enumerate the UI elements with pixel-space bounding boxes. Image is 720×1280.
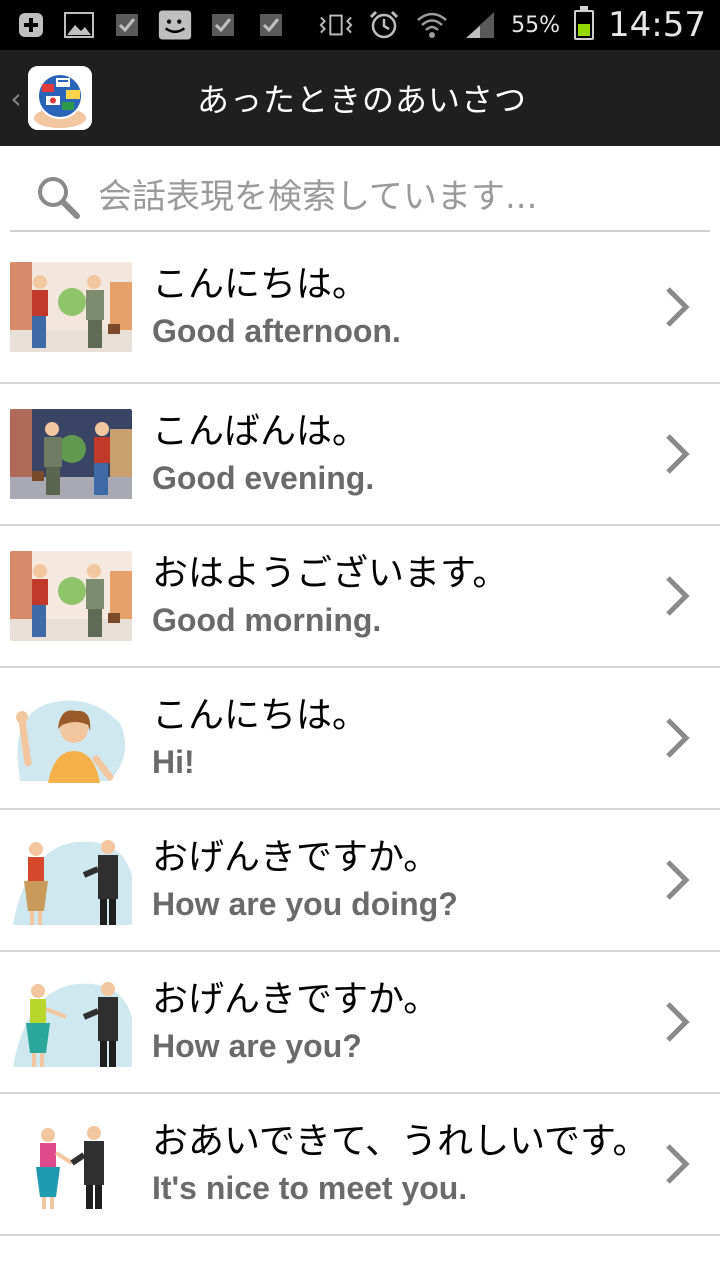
add-icon — [14, 10, 48, 40]
japanese-phrase: おはようございます。 — [152, 552, 509, 594]
wifi-icon — [415, 10, 449, 40]
messaging-icon — [158, 10, 192, 40]
list-item[interactable]: こんにちは。 Good afternoon. — [0, 232, 720, 384]
signal-icon — [463, 10, 497, 40]
search-input[interactable] — [96, 176, 620, 218]
japanese-phrase: こんばんは。 — [152, 410, 369, 452]
japanese-phrase: おげんきですか。 — [152, 978, 440, 1020]
chevron-right-icon — [662, 1000, 692, 1044]
list-item-texts: おげんきですか。 How are you doing? — [152, 838, 662, 923]
app-logo-globe-icon[interactable] — [28, 66, 92, 130]
english-translation: Hi! — [152, 744, 195, 781]
checkbox-icon — [254, 10, 288, 40]
english-translation: Good morning. — [152, 602, 382, 639]
search-icon[interactable] — [34, 173, 82, 221]
japanese-phrase: こんにちは。 — [152, 263, 369, 305]
list-item[interactable]: おげんきですか。 How are you doing? — [0, 810, 720, 952]
status-bar: 55% 14:57 — [0, 0, 720, 50]
handshake-afternoon-thumbnail — [10, 262, 132, 352]
list-item[interactable]: おあいできて、うれしいです。 It's nice to meet you. — [0, 1094, 720, 1236]
list-item-texts: こんにちは。 Good afternoon. — [152, 265, 662, 350]
page-title: あったときのあいさつ — [196, 81, 527, 119]
list-item[interactable]: こんにちは。 Hi! — [0, 668, 720, 810]
status-left-icons — [14, 10, 288, 40]
japanese-phrase: おあいできて、うれしいです。 — [152, 1120, 649, 1162]
japanese-phrase: おげんきですか。 — [152, 836, 440, 878]
chevron-right-icon — [662, 574, 692, 618]
vibrate-icon — [319, 10, 353, 40]
chevron-right-icon — [662, 1142, 692, 1186]
english-translation: How are you? — [152, 1028, 362, 1065]
list-item[interactable]: おげんきですか。 How are you? — [0, 952, 720, 1094]
chevron-right-icon — [662, 285, 692, 329]
battery-percent: 55% — [511, 12, 561, 38]
english-translation: How are you doing? — [152, 886, 458, 923]
status-right-icons: 55% 14:57 — [319, 5, 706, 45]
english-translation: Good evening. — [152, 460, 375, 497]
action-bar: ‹ あったときのあいさつ — [0, 50, 720, 146]
list-item-texts: おはようございます。 Good morning. — [152, 554, 662, 639]
chevron-right-icon — [662, 858, 692, 902]
battery-fill — [578, 24, 591, 36]
handshake-evening-thumbnail — [10, 409, 132, 499]
waving-girl-thumbnail — [10, 693, 132, 783]
woman-man-greeting-thumbnail — [10, 835, 132, 925]
list-item-texts: こんばんは。 Good evening. — [152, 412, 662, 497]
list-item-texts: こんにちは。 Hi! — [152, 696, 662, 781]
checkbox-icon — [206, 10, 240, 40]
search-bar — [0, 146, 720, 232]
phrase-list: こんにちは。 Good afternoon. こんばんは。 Good eveni… — [0, 232, 720, 1236]
checkbox-icon — [110, 10, 144, 40]
woman-man-handshake-thumbnail — [10, 1119, 132, 1209]
back-caret-icon[interactable]: ‹ — [4, 82, 28, 115]
chevron-right-icon — [662, 432, 692, 476]
list-item[interactable]: こんばんは。 Good evening. — [0, 384, 720, 526]
list-item-texts: おあいできて、うれしいです。 It's nice to meet you. — [152, 1122, 662, 1207]
japanese-phrase: こんにちは。 — [152, 694, 369, 736]
search-box[interactable] — [10, 164, 710, 232]
handshake-morning-thumbnail — [10, 551, 132, 641]
english-translation: Good afternoon. — [152, 313, 401, 350]
list-item-texts: おげんきですか。 How are you? — [152, 980, 662, 1065]
alarm-icon — [367, 10, 401, 40]
english-translation: It's nice to meet you. — [152, 1170, 468, 1207]
chevron-right-icon — [662, 716, 692, 760]
battery-icon — [574, 6, 595, 40]
image-icon — [62, 10, 96, 40]
woman-man-greeting-thumbnail — [10, 977, 132, 1067]
clock: 14:57 — [608, 5, 706, 45]
list-item[interactable]: おはようございます。 Good morning. — [0, 526, 720, 668]
